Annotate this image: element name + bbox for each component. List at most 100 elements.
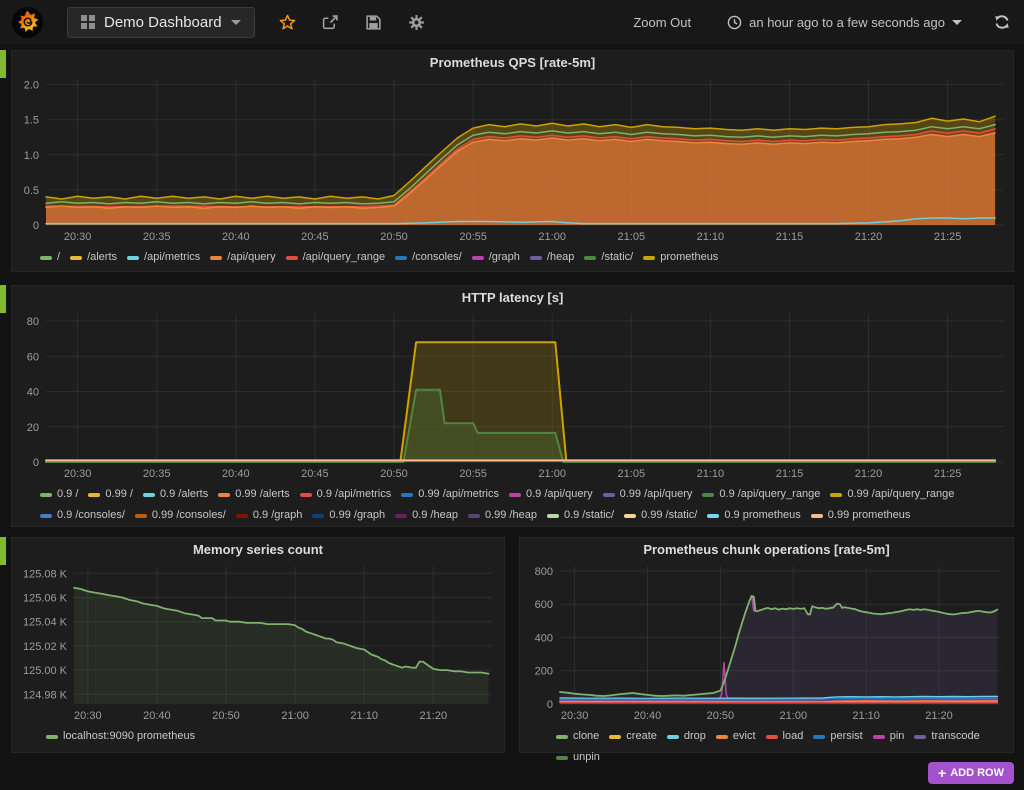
- navbar: Demo Dashboard: [0, 0, 1024, 44]
- legend-item[interactable]: persist: [813, 726, 862, 747]
- legend-swatch: [286, 256, 298, 260]
- legend-item[interactable]: /consoles/: [395, 247, 462, 268]
- legend-item[interactable]: 0.99 /: [88, 484, 133, 505]
- legend-item[interactable]: /api/query: [210, 247, 275, 268]
- legend-swatch: [472, 256, 484, 260]
- chart-memory-series-count[interactable]: 20:3020:4020:5021:0021:1021:20124.98 K12…: [16, 560, 500, 724]
- svg-text:21:05: 21:05: [618, 231, 646, 243]
- legend-item[interactable]: /alerts: [70, 247, 117, 268]
- settings-button[interactable]: [406, 12, 427, 33]
- row-handle[interactable]: [0, 50, 6, 78]
- svg-text:1.0: 1.0: [24, 150, 39, 162]
- legend-item[interactable]: 0.99 /api/metrics: [401, 484, 499, 505]
- legend-swatch: [811, 514, 823, 518]
- chart-http-latency[interactable]: 20:3020:3520:4020:4520:5020:5521:0021:05…: [16, 308, 1009, 482]
- legend-item[interactable]: 0.9 /heap: [395, 505, 458, 526]
- legend-item[interactable]: 0.99 /alerts: [218, 484, 289, 505]
- legend-label: 0.99 /heap: [485, 505, 537, 526]
- row-handle[interactable]: [0, 285, 6, 313]
- legend-item[interactable]: /api/metrics: [127, 247, 200, 268]
- chart-chunk-operations[interactable]: 20:3020:4020:5021:0021:1021:200200400600…: [524, 560, 1009, 724]
- legend-item[interactable]: /: [40, 247, 60, 268]
- legend-label: 0.99 /alerts: [235, 484, 289, 505]
- svg-text:20:40: 20:40: [634, 710, 662, 722]
- legend-item[interactable]: /heap: [530, 247, 575, 268]
- legend-item[interactable]: clone: [556, 726, 599, 747]
- legend-swatch: [40, 514, 52, 518]
- legend-item[interactable]: 0.99 /graph: [312, 505, 385, 526]
- legend-item[interactable]: load: [766, 726, 804, 747]
- legend-swatch: [609, 735, 621, 739]
- nav-actions: [277, 12, 427, 33]
- dashboard-canvas: Prometheus QPS [rate-5m] 20:3020:3520:40…: [0, 44, 1024, 790]
- legend-item[interactable]: /graph: [472, 247, 520, 268]
- legend-item[interactable]: 0.9 prometheus: [707, 505, 800, 526]
- panel-title[interactable]: Prometheus QPS [rate-5m]: [12, 51, 1013, 73]
- dashboard-selector[interactable]: Demo Dashboard: [67, 7, 255, 38]
- chart-prometheus-qps[interactable]: 20:3020:3520:4020:4520:5020:5521:0021:05…: [16, 73, 1009, 245]
- legend-item[interactable]: 0.99 prometheus: [811, 505, 911, 526]
- legend-item[interactable]: localhost:9090 prometheus: [46, 726, 195, 747]
- star-button[interactable]: [277, 12, 298, 33]
- legend-item[interactable]: evict: [716, 726, 756, 747]
- panel-title[interactable]: HTTP latency [s]: [12, 286, 1013, 308]
- legend-label: /heap: [547, 247, 575, 268]
- legend-item[interactable]: 0.9 /alerts: [143, 484, 208, 505]
- legend-item[interactable]: 0.99 /static/: [624, 505, 697, 526]
- legend-label: 0.9 /static/: [564, 505, 614, 526]
- legend-swatch: [830, 493, 842, 497]
- refresh-button[interactable]: [992, 12, 1012, 32]
- row-handle[interactable]: [0, 537, 6, 565]
- legend-item[interactable]: prometheus: [643, 247, 718, 268]
- legend-swatch: [135, 514, 147, 518]
- legend-label: /alerts: [87, 247, 117, 268]
- svg-text:20:30: 20:30: [64, 468, 92, 480]
- zoom-out-button[interactable]: Zoom Out: [627, 14, 697, 31]
- svg-text:125.02 K: 125.02 K: [23, 641, 68, 653]
- legend-label: /graph: [489, 247, 520, 268]
- legend-item[interactable]: /static/: [584, 247, 633, 268]
- legend-item[interactable]: 0.99 /consoles/: [135, 505, 226, 526]
- legend-swatch: [667, 735, 679, 739]
- svg-text:124.98 K: 124.98 K: [23, 689, 68, 701]
- legend-item[interactable]: unpin: [556, 747, 600, 768]
- svg-text:60: 60: [27, 351, 39, 363]
- svg-text:20:55: 20:55: [459, 231, 487, 243]
- legend-item[interactable]: 0.9 /: [40, 484, 78, 505]
- grafana-logo-icon[interactable]: [12, 7, 43, 38]
- legend-item[interactable]: create: [609, 726, 657, 747]
- legend-item[interactable]: 0.99 /api/query_range: [830, 484, 954, 505]
- svg-text:20:50: 20:50: [380, 231, 408, 243]
- legend-swatch: [603, 493, 615, 497]
- save-button[interactable]: [363, 12, 384, 33]
- legend-item[interactable]: 0.9 /consoles/: [40, 505, 125, 526]
- legend-item[interactable]: 0.9 /graph: [236, 505, 303, 526]
- svg-text:125.06 K: 125.06 K: [23, 593, 68, 605]
- legend-swatch: [210, 256, 222, 260]
- time-picker[interactable]: an hour ago to a few seconds ago: [721, 14, 968, 31]
- legend-label: 0.99 /consoles/: [152, 505, 226, 526]
- legend-item[interactable]: 0.9 /api/metrics: [300, 484, 392, 505]
- legend-item[interactable]: 0.9 /api/query: [509, 484, 593, 505]
- legend-item[interactable]: 0.9 /static/: [547, 505, 614, 526]
- panel-title[interactable]: Memory series count: [12, 538, 504, 560]
- panel-http-latency: HTTP latency [s] 20:3020:3520:4020:4520:…: [11, 285, 1014, 527]
- svg-text:2.0: 2.0: [24, 80, 39, 92]
- add-row-button[interactable]: + ADD ROW: [928, 762, 1014, 784]
- legend-item[interactable]: 0.99 /heap: [468, 505, 537, 526]
- legend-label: drop: [684, 726, 706, 747]
- legend-item[interactable]: drop: [667, 726, 706, 747]
- legend-item[interactable]: pin: [873, 726, 905, 747]
- share-button[interactable]: [320, 12, 341, 33]
- panel-title[interactable]: Prometheus chunk operations [rate-5m]: [520, 538, 1013, 560]
- svg-text:20:50: 20:50: [707, 710, 735, 722]
- svg-text:800: 800: [535, 566, 553, 578]
- legend-item[interactable]: transcode: [914, 726, 979, 747]
- legend-label: unpin: [573, 747, 600, 768]
- gear-icon: [408, 14, 425, 31]
- legend-swatch: [401, 493, 413, 497]
- legend-item[interactable]: 0.99 /api/query: [603, 484, 693, 505]
- chevron-down-icon: [231, 20, 241, 25]
- legend-item[interactable]: 0.9 /api/query_range: [702, 484, 820, 505]
- legend-item[interactable]: /api/query_range: [286, 247, 386, 268]
